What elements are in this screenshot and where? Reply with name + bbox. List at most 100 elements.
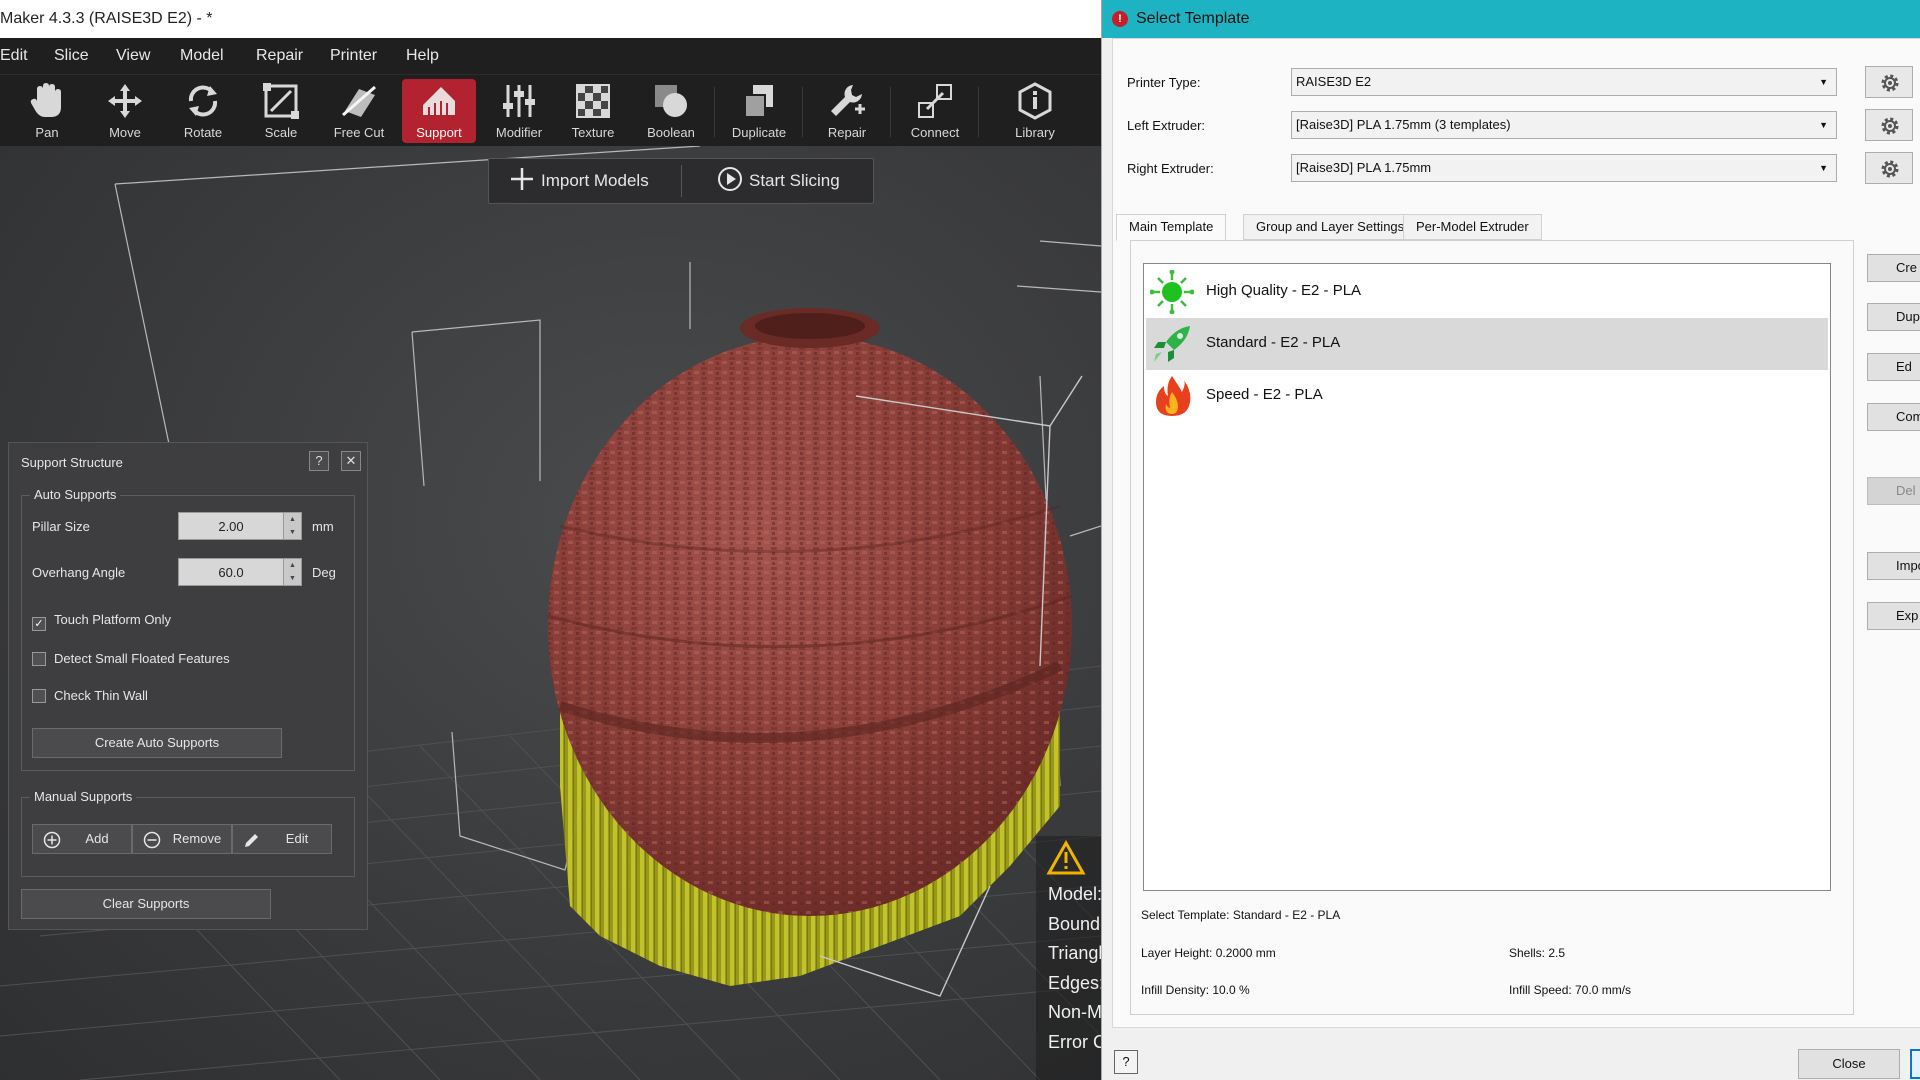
close-panel-button[interactable]: ✕	[341, 451, 361, 471]
template-item-high-quality[interactable]: High Quality - E2 - PLA	[1146, 266, 1828, 318]
menu-view[interactable]: View	[116, 47, 150, 65]
toolbar: Pan Move Rotate Scale Free Cut Support M…	[0, 74, 1101, 146]
menu-edit[interactable]: Edit	[0, 47, 28, 65]
duplicate-label: Duplicate	[731, 125, 787, 140]
minus-circle-icon	[143, 831, 161, 849]
move-tool-button[interactable]: Move	[90, 79, 160, 143]
flame-icon	[1156, 376, 1191, 416]
help-button[interactable]: ?	[309, 451, 329, 471]
model-info-row: Bound	[1048, 914, 1101, 934]
top-action-bar: Import Models Start Slicing	[488, 158, 874, 204]
right-extruder-select[interactable]: [Raise3D] PLA 1.75mm ▼	[1291, 154, 1837, 182]
remove-support-button[interactable]: Remove	[132, 824, 232, 854]
export-template-button[interactable]: Exp	[1867, 602, 1920, 630]
texture-label: Texture	[571, 125, 615, 140]
edit-template-button[interactable]: Ed	[1867, 353, 1920, 381]
detect-small-features-label: Detect Small Floated Features	[54, 651, 230, 666]
right-extruder-settings-button[interactable]	[1865, 152, 1913, 184]
wrench-icon	[831, 85, 865, 116]
tab-main-template[interactable]: Main Template	[1116, 214, 1227, 241]
move-label: Move	[109, 125, 141, 140]
create-template-button[interactable]: Cre	[1867, 254, 1920, 282]
modifier-tool-button[interactable]: Modifier	[484, 79, 554, 143]
pillar-size-unit: mm	[312, 519, 334, 534]
import-template-button[interactable]: Impo	[1867, 552, 1920, 580]
duplicate-template-button[interactable]: Dupli	[1867, 303, 1920, 331]
create-auto-supports-button[interactable]: Create Auto Supports	[32, 728, 282, 758]
free-cut-tool-button[interactable]: Free Cut	[324, 79, 394, 143]
support-label: Support	[416, 125, 462, 140]
rotate-tool-button[interactable]: Rotate	[168, 79, 238, 143]
toolbar-separator	[714, 87, 715, 137]
overhang-angle-input[interactable]: 60.0 ▲ ▼	[178, 558, 302, 586]
rotate-icon	[188, 85, 218, 117]
checkbox-checked-icon: ✓	[32, 617, 46, 631]
infill-density-text: Infill Density: 10.0 %	[1141, 983, 1250, 997]
repair-tool-button[interactable]: Repair	[812, 79, 882, 143]
template-list[interactable]: High Quality - E2 - PLA Standard - E2 - …	[1143, 263, 1831, 891]
duplicate-tool-button[interactable]: Duplicate	[724, 79, 794, 143]
menu-help[interactable]: Help	[406, 47, 439, 65]
printer-type-select[interactable]: RAISE3D E2 ▼	[1291, 68, 1837, 96]
connect-label: Connect	[910, 125, 960, 140]
manual-supports-legend: Manual Supports	[30, 789, 137, 804]
connect-tool-button[interactable]: Connect	[900, 79, 970, 143]
free-cut-label: Free Cut	[333, 125, 385, 140]
auto-supports-group: Auto Supports Pillar Size 2.00 ▲ ▼ mm Ove…	[21, 487, 355, 771]
ok-button[interactable]	[1910, 1049, 1920, 1079]
pillar-size-input[interactable]: 2.00 ▲ ▼	[178, 512, 302, 540]
printer-settings-button[interactable]	[1865, 66, 1913, 98]
left-extruder-settings-button[interactable]	[1865, 109, 1913, 141]
import-models-label: Import Models	[541, 171, 649, 190]
add-support-button[interactable]: Add	[32, 824, 132, 854]
library-tool-button[interactable]: Library	[1000, 79, 1070, 143]
overhang-angle-stepper[interactable]: ▲ ▼	[283, 559, 301, 585]
compare-template-button[interactable]: Com	[1867, 403, 1920, 431]
check-thin-wall-checkbox[interactable]: Check Thin Wall	[32, 688, 148, 703]
toolbar-separator	[802, 87, 803, 137]
toolbar-separator	[890, 87, 891, 137]
hand-icon	[30, 83, 61, 117]
clear-supports-button[interactable]: Clear Supports	[21, 889, 271, 919]
menu-model[interactable]: Model	[180, 47, 224, 65]
start-slicing-button[interactable]: Start Slicing	[717, 159, 840, 203]
scale-tool-button[interactable]: Scale	[246, 79, 316, 143]
dialog-help-button[interactable]: ?	[1114, 1050, 1138, 1074]
detect-small-features-checkbox[interactable]: Detect Small Floated Features	[32, 651, 230, 666]
edit-support-button[interactable]: Edit	[232, 824, 332, 854]
boolean-tool-button[interactable]: Boolean	[636, 79, 706, 143]
support-tool-button[interactable]: Support	[402, 79, 476, 143]
model-info-row: Non-M	[1048, 1002, 1101, 1022]
import-models-button[interactable]: Import Models	[509, 159, 649, 203]
template-item-speed[interactable]: Speed - E2 - PLA	[1146, 370, 1828, 422]
close-button[interactable]: Close	[1798, 1049, 1900, 1079]
menu-printer[interactable]: Printer	[330, 47, 377, 65]
gear-icon	[1881, 74, 1899, 92]
checkbox-unchecked-icon	[32, 689, 46, 703]
model-info-row: Triangl	[1048, 943, 1101, 963]
sliders-icon	[503, 85, 535, 117]
3d-viewport[interactable]: Import Models Start Slicing Support Stru…	[0, 146, 1101, 1080]
checker-icon	[576, 84, 610, 118]
dialog-title: Select Template	[1136, 10, 1250, 27]
check-thin-wall-label: Check Thin Wall	[54, 688, 148, 703]
chevron-down-icon: ▼	[1819, 120, 1828, 130]
template-item-standard[interactable]: Standard - E2 - PLA	[1146, 318, 1828, 370]
model-info-row: Model:	[1048, 884, 1101, 904]
menu-slice[interactable]: Slice	[54, 47, 89, 65]
texture-tool-button[interactable]: Texture	[558, 79, 628, 143]
tab-group-layer-settings[interactable]: Group and Layer Settings	[1243, 214, 1418, 240]
rotate-label: Rotate	[183, 125, 223, 140]
touch-platform-checkbox[interactable]: ✓ Touch Platform Only	[32, 612, 171, 631]
left-extruder-label: Left Extruder:	[1127, 118, 1206, 133]
rocket-icon	[1154, 326, 1190, 362]
left-extruder-select[interactable]: [Raise3D] PLA 1.75mm (3 templates) ▼	[1291, 111, 1837, 139]
delete-template-button[interactable]: Del	[1867, 477, 1920, 505]
pan-tool-button[interactable]: Pan	[12, 79, 82, 143]
tab-per-model-extruder[interactable]: Per-Model Extruder	[1403, 214, 1542, 240]
cut-icon	[342, 85, 376, 117]
pillar-size-stepper[interactable]: ▲ ▼	[283, 513, 301, 539]
support-icon	[423, 87, 455, 115]
menu-repair[interactable]: Repair	[256, 47, 303, 65]
auto-supports-legend: Auto Supports	[30, 487, 121, 502]
